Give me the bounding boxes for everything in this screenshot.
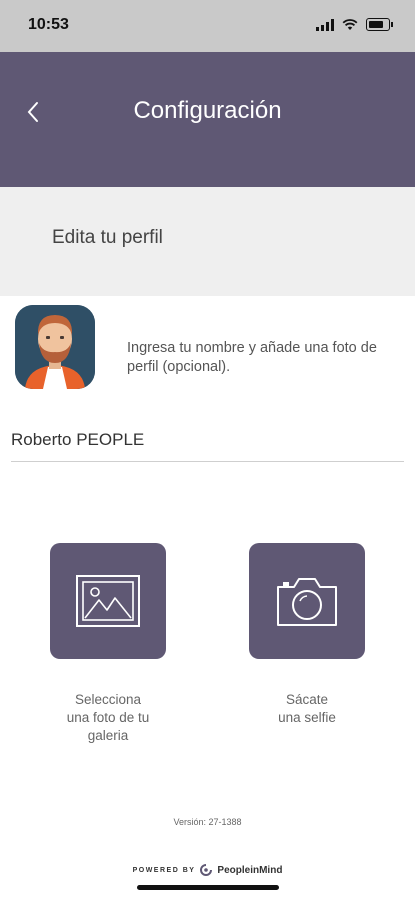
camera-icon [277,578,337,626]
battery-icon [366,18,390,31]
section-title: Edita tu perfil [52,227,163,248]
gallery-button-label: Selecciona una foto de tu galeria [66,692,150,743]
home-indicator[interactable] [137,885,279,890]
avatar-illustration-icon [15,305,95,389]
gallery-image-icon [76,575,140,627]
profile-hint-text: Ingresa tu nombre y añade una foto de pe… [127,340,377,375]
page-title: Configuración [133,97,282,124]
powered-by-text: POWERED BY [132,866,196,874]
wifi-icon [342,18,358,30]
name-input[interactable] [11,425,404,462]
select-gallery-photo-button[interactable] [50,543,166,659]
status-bar: 10:53 [0,0,415,52]
cellular-signal-icon [316,18,334,31]
avatar[interactable] [15,305,95,389]
nav-bar: Configuración [0,52,415,187]
version-text: Versión: 27-1388 [173,817,242,827]
brand-name: PeopleinMind [217,864,283,876]
status-time: 10:53 [28,16,69,33]
take-selfie-button[interactable] [249,543,365,659]
selfie-button-label: Sácate una selfie [278,692,336,725]
brand-logo-icon [200,864,213,876]
profile-row: Ingresa tu nombre y añade una foto de pe… [0,305,415,395]
section-header: Edita tu perfil [0,187,415,296]
status-icons [316,18,393,31]
powered-by-footer: POWERED BY PeopleinMind [0,864,415,876]
battery-nub [391,22,393,27]
